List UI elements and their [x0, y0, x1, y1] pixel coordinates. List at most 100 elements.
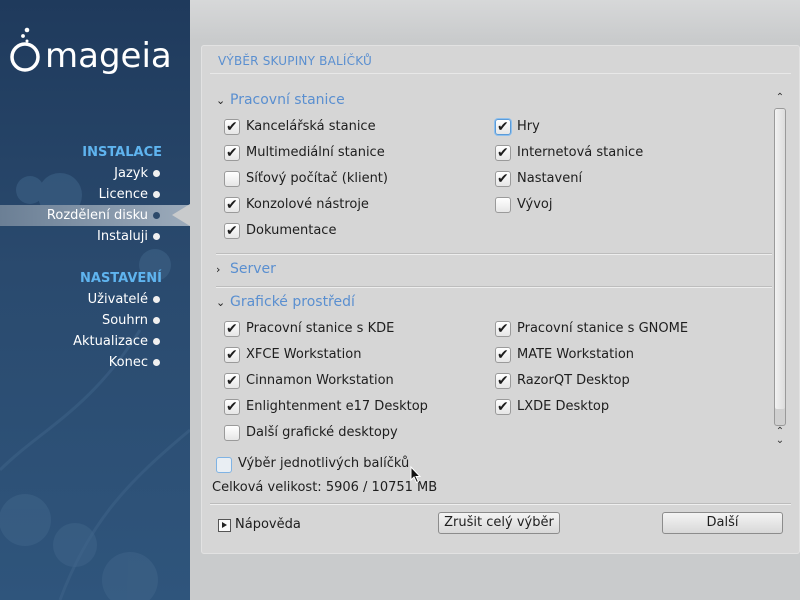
- total-size-label: Celková velikost: 5906 / 10751 MB: [212, 480, 438, 495]
- scrollbar[interactable]: ⌃ ⌃ ⌄: [773, 92, 787, 447]
- checkbox-box[interactable]: ✔: [224, 347, 240, 363]
- checkbox-label: LXDE Desktop: [517, 399, 610, 414]
- checkbox-box[interactable]: ✔: [495, 321, 511, 337]
- checkbox-box[interactable]: [495, 197, 511, 213]
- group-header-server[interactable]: › Server: [216, 261, 276, 281]
- checkbox-box[interactable]: ✔: [224, 321, 240, 337]
- chevron-right-icon: ›: [216, 263, 221, 276]
- active-step-pointer-icon: [172, 204, 190, 226]
- sidebar-item-label: Uživatelé: [87, 292, 148, 307]
- chevron-down-icon: ⌄: [216, 94, 226, 107]
- panel-title: VÝBĚR SKUPINY BALÍČKŮ: [218, 54, 372, 68]
- scroll-up-arrow-icon[interactable]: ⌃: [773, 92, 787, 104]
- sidebar-item-label: Jazyk: [114, 166, 148, 181]
- group-label: Pracovní stanice: [230, 92, 345, 108]
- checkbox-label: Nastavení: [517, 171, 583, 186]
- checkbox-label: XFCE Workstation: [246, 347, 362, 362]
- step-dot-icon: [153, 233, 160, 240]
- checkbox-box[interactable]: ✔: [495, 119, 511, 135]
- checkbox-box[interactable]: ✔: [224, 145, 240, 161]
- sidebar-section-installation: INSTALACE: [82, 145, 162, 160]
- checkmark-icon: ✔: [226, 197, 238, 213]
- checkbox-label: Internetová stanice: [517, 145, 644, 160]
- step-dot-icon: [153, 317, 160, 324]
- scroll-down-arrow-icon[interactable]: ⌄: [773, 435, 787, 447]
- divider: [216, 286, 772, 288]
- sidebar-item-label: Licence: [98, 187, 148, 202]
- checkbox-label: Hry: [517, 119, 540, 134]
- sidebar-item-language: Jazyk: [0, 163, 190, 184]
- group-header-workstation[interactable]: ⌄ Pracovní stanice: [216, 92, 345, 112]
- checkbox-label: Pracovní stanice s KDE: [246, 321, 395, 336]
- sidebar-item-label: Souhrn: [101, 313, 148, 328]
- scrollbar-track[interactable]: [774, 108, 786, 426]
- checkbox-label: MATE Workstation: [517, 347, 635, 362]
- scrollbar-thumb[interactable]: [775, 109, 785, 409]
- checkmark-icon: ✔: [497, 399, 509, 415]
- sidebar-section-configuration: NASTAVENÍ: [80, 271, 162, 286]
- group-header-graphical-environment[interactable]: ⌄ Grafické prostředí: [216, 294, 355, 314]
- checkbox-label: Pracovní stanice s GNOME: [517, 321, 689, 336]
- checkbox-label: Multimediální stanice: [246, 145, 385, 160]
- sidebar-item-partitioning: Rozdělení disku: [0, 205, 190, 226]
- checkbox-box[interactable]: ✔: [224, 223, 240, 239]
- checkbox-box[interactable]: ✔: [224, 399, 240, 415]
- checkmark-icon: ✔: [226, 223, 238, 239]
- divider: [210, 503, 791, 505]
- step-dot-icon: [153, 212, 160, 219]
- help-label: Nápověda: [235, 517, 301, 532]
- step-dot-icon: [153, 191, 160, 198]
- checkbox-label: Cinnamon Workstation: [246, 373, 394, 388]
- checkbox-box[interactable]: [216, 457, 232, 473]
- sidebar-item-label: Instaluji: [97, 229, 148, 244]
- checkmark-icon: ✔: [226, 321, 238, 337]
- group-label: Server: [230, 261, 276, 277]
- divider: [216, 253, 772, 255]
- checkbox-box[interactable]: ✔: [495, 347, 511, 363]
- checkbox-label: Kancelářská stanice: [246, 119, 376, 134]
- step-dot-icon: [153, 296, 160, 303]
- unselect-all-button[interactable]: Zrušit celý výběr: [438, 512, 560, 534]
- checkbox-box[interactable]: ✔: [224, 373, 240, 389]
- checkmark-icon: ✔: [226, 145, 238, 161]
- step-dot-icon: [153, 359, 160, 366]
- chevron-down-icon: ⌄: [216, 296, 226, 309]
- step-dot-icon: [153, 170, 160, 177]
- sidebar-item-label: Aktualizace: [73, 334, 148, 349]
- checkbox-box[interactable]: ✔: [495, 171, 511, 187]
- checkbox-box[interactable]: [224, 171, 240, 187]
- expander-arrow-icon: [218, 519, 231, 532]
- checkbox-box[interactable]: ✔: [224, 197, 240, 213]
- checkmark-icon: ✔: [226, 399, 238, 415]
- checkbox-box[interactable]: ✔: [495, 399, 511, 415]
- sidebar-item-updates: Aktualizace: [0, 331, 190, 352]
- sidebar-item-installing: Instaluji: [0, 226, 190, 247]
- checkbox-label: Vývoj: [517, 197, 553, 212]
- logo-wordmark: mageia: [45, 36, 172, 76]
- next-button[interactable]: Další: [662, 512, 783, 534]
- package-group-panel: VÝBĚR SKUPINY BALÍČKŮ ⌄ Pracovní stanice …: [201, 45, 800, 554]
- checkmark-icon: ✔: [497, 373, 509, 389]
- sidebar-item-summary: Souhrn: [0, 310, 190, 331]
- divider: [210, 73, 791, 74]
- checkmark-icon: ✔: [497, 171, 509, 187]
- step-dot-icon: [153, 338, 160, 345]
- checkmark-icon: ✔: [497, 145, 509, 161]
- checkbox-box[interactable]: [224, 425, 240, 441]
- checkbox-box[interactable]: ✔: [495, 373, 511, 389]
- checkbox-box[interactable]: ✔: [224, 119, 240, 135]
- group-label: Grafické prostředí: [230, 294, 355, 310]
- checkbox-label: Další grafické desktopy: [246, 425, 398, 440]
- checkbox-label: Enlightenment e17 Desktop: [246, 399, 428, 414]
- checkbox-label: Výběr jednotlivých balíčků: [238, 456, 410, 471]
- sidebar-item-finish: Konec: [0, 352, 190, 373]
- sidebar-item-label: Rozdělení disku: [46, 208, 148, 223]
- checkbox-box[interactable]: ✔: [495, 145, 511, 161]
- sidebar-item-label: Konec: [108, 355, 148, 370]
- top-bar: [190, 0, 800, 40]
- checkbox-label: RazorQT Desktop: [517, 373, 630, 388]
- checkbox-label: Dokumentace: [246, 223, 337, 238]
- sidebar-item-users: Uživatelé: [0, 289, 190, 310]
- checkmark-icon: ✔: [226, 119, 238, 135]
- checkmark-icon: ✔: [497, 119, 509, 135]
